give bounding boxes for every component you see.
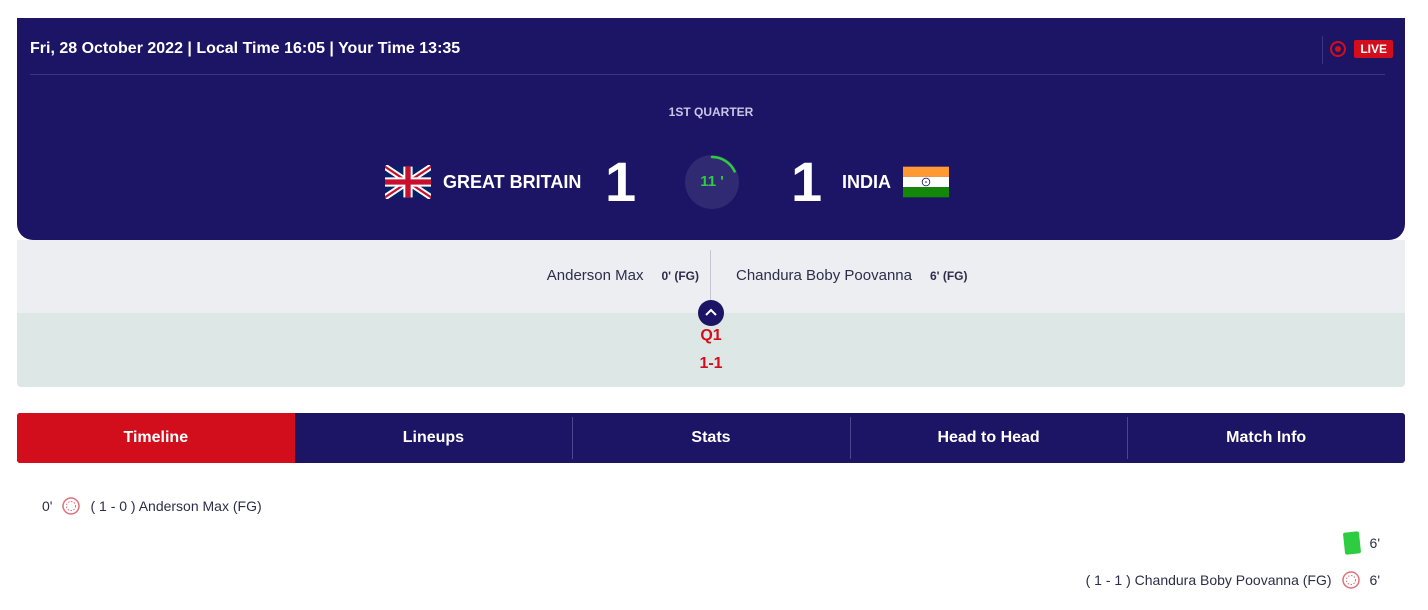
match-header: Fri, 28 October 2022 | Local Time 16:05 …	[17, 18, 1405, 240]
period-label: Q1	[700, 327, 722, 344]
event-minute: 0'	[42, 498, 53, 514]
gb-flag-icon	[385, 165, 431, 199]
clock-minute: 11 '	[700, 173, 724, 190]
ball-icon	[1341, 571, 1360, 589]
event-minute: 6'	[1369, 572, 1380, 588]
timeline-event: 0' ( 1 - 0 ) Anderson Max (FG)	[42, 497, 262, 515]
period-summary: Q1 1-1	[17, 300, 1405, 387]
match-tabs: Timeline Lineups Stats Head to Head Matc…	[17, 413, 1405, 463]
away-scorer-name: Chandura Boby Poovanna	[736, 267, 912, 284]
away-scorer: Chandura Boby Poovanna 6' (FG)	[736, 267, 968, 284]
home-score: 1	[605, 150, 637, 213]
scorers-divider	[710, 250, 711, 302]
tab-lineups[interactable]: Lineups	[295, 413, 573, 463]
india-flag-icon	[903, 166, 949, 198]
timeline-event: 6'	[1342, 531, 1380, 555]
live-divider	[1322, 36, 1323, 64]
event-text: ( 1 - 1 ) Chandura Boby Poovanna (FG)	[1085, 572, 1332, 588]
tab-timeline[interactable]: Timeline	[17, 413, 295, 463]
away-score: 1	[791, 150, 823, 213]
tab-match-info[interactable]: Match Info	[1127, 413, 1405, 463]
live-indicator: LIVE	[1330, 40, 1393, 58]
away-team-name: INDIA	[842, 171, 891, 192]
event-minute: 6'	[1369, 535, 1380, 551]
tab-stats[interactable]: Stats	[572, 413, 850, 463]
tab-head-to-head[interactable]: Head to Head	[849, 413, 1128, 463]
event-text: ( 1 - 0 ) Anderson Max (FG)	[90, 498, 262, 514]
home-team-name: GREAT BRITAIN	[443, 171, 582, 192]
period-score: 1-1	[699, 355, 723, 372]
timeline-event: ( 1 - 1 ) Chandura Boby Poovanna (FG) 6'	[1086, 571, 1380, 589]
home-scorer-name: Anderson Max	[546, 267, 644, 284]
green-card-icon	[1342, 531, 1361, 555]
live-badge: LIVE	[1354, 40, 1393, 58]
away-scorer-time: 6' (FG)	[929, 269, 968, 283]
timeline-list: 0' ( 1 - 0 ) Anderson Max (FG) 6' ( 1 - …	[17, 480, 1405, 610]
away-team[interactable]: INDIA	[842, 165, 949, 199]
home-team[interactable]: GREAT BRITAIN	[385, 165, 581, 199]
header-divider	[30, 74, 1385, 75]
home-scorer-time: 0' (FG)	[661, 269, 699, 283]
match-clock: 11 '	[685, 155, 739, 209]
collapse-toggle[interactable]	[698, 300, 724, 326]
chevron-up-icon	[705, 308, 717, 316]
live-record-icon	[1330, 41, 1347, 57]
match-datetime: Fri, 28 October 2022 | Local Time 16:05 …	[30, 40, 461, 57]
period-status: 1ST QUARTER	[668, 105, 754, 119]
ball-icon	[62, 497, 81, 515]
home-scorer: Anderson Max 0' (FG)	[547, 267, 699, 284]
